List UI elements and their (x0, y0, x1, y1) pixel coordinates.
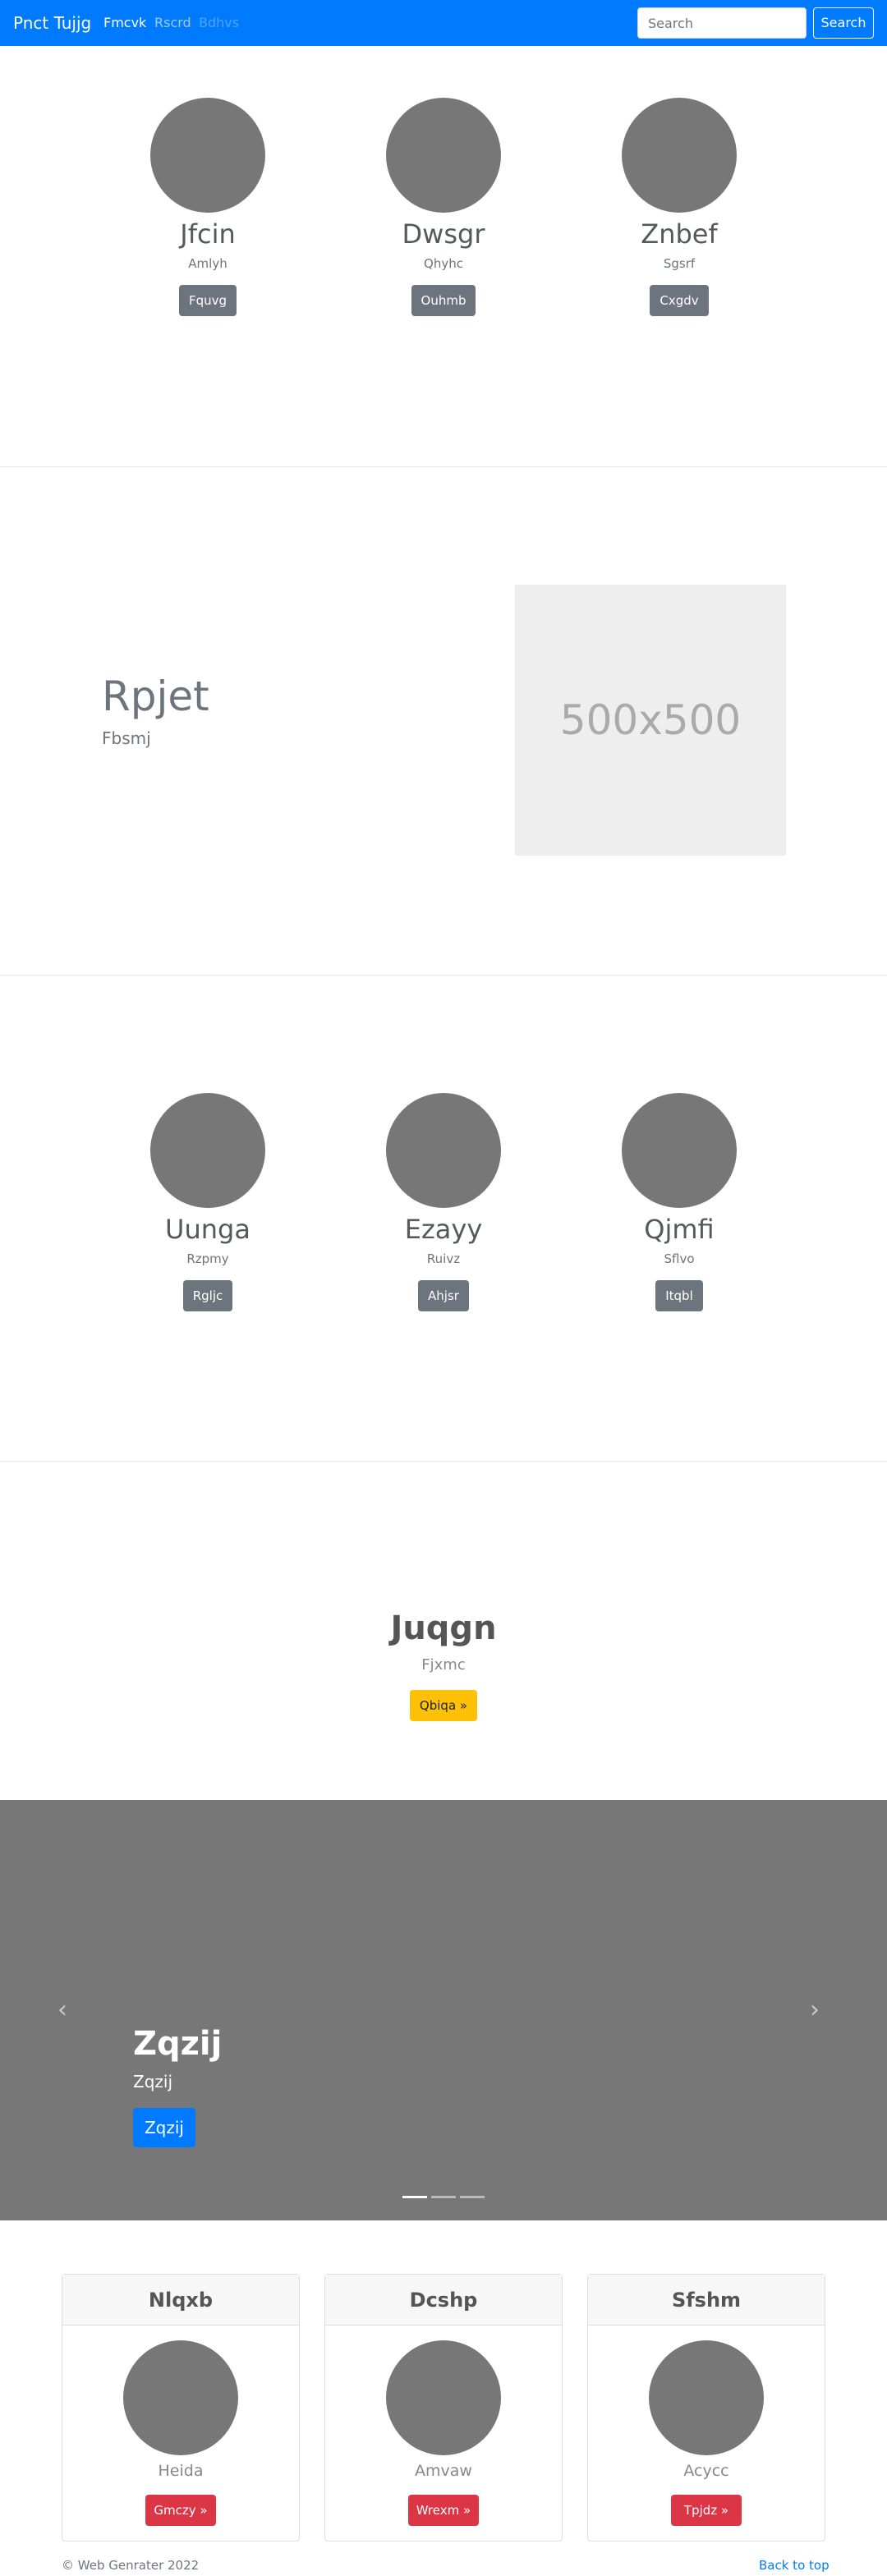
placeholder-circle-image (150, 98, 265, 213)
column-subtitle: Qhyhc (424, 256, 463, 271)
card-header: Nlqxb (62, 2275, 299, 2326)
marketing-column-3: Znbef Sgsrf Cxgdv (597, 98, 761, 316)
column-button[interactable]: Itqbl (655, 1280, 703, 1311)
jumbotron-subheading: Fjxmc (421, 1656, 466, 1674)
navbar: Pnct Tujjg Fmcvk Rscrd Bdhvs Search (0, 0, 887, 46)
divider (0, 466, 887, 467)
placeholder-circle-image (150, 1093, 265, 1208)
card-text: Amvaw (415, 2462, 472, 2480)
carousel-indicator-1[interactable] (402, 2196, 427, 2198)
column-title: Jfcin (180, 218, 236, 250)
column-subtitle: Rzpmy (186, 1251, 229, 1266)
column-button[interactable]: Ouhmb (411, 285, 476, 316)
column-subtitle: Ruivz (426, 1251, 461, 1266)
search-input[interactable] (637, 7, 807, 39)
placeholder-circle-image (622, 98, 737, 213)
featurette-subheading: Fbsmj (102, 728, 151, 748)
column-button[interactable]: Fquvg (178, 285, 237, 316)
carousel-indicator-2[interactable] (431, 2196, 456, 2198)
chevron-left-icon[interactable]: ‹ (57, 1994, 67, 2027)
divider (0, 1461, 887, 1462)
carousel: ‹ › Zqzij Zqzij Zqzij (0, 1800, 887, 2220)
placeholder-circle-image (386, 1093, 501, 1208)
column-title: Znbef (641, 218, 718, 250)
marketing-column-2: Dwsgr Qhyhc Ouhmb (361, 98, 526, 316)
carousel-caption-title: Zqzij (133, 2025, 223, 2063)
placeholder-image-label: 500x500 (559, 696, 742, 744)
search-button[interactable]: Search (813, 7, 874, 39)
column-title: Dwsgr (402, 218, 485, 250)
navbar-brand[interactable]: Pnct Tujjg (13, 11, 91, 34)
placeholder-circle-image (386, 2340, 501, 2455)
back-to-top-link[interactable]: Back to top (759, 2557, 830, 2574)
placeholder-circle-image (386, 98, 501, 213)
marketing-column-1: Jfcin Amlyh Fquvg (126, 98, 290, 316)
card-header: Dcshp (325, 2275, 562, 2326)
chevron-right-icon[interactable]: › (810, 1994, 820, 2027)
divider (0, 975, 887, 976)
card-2: Dcshp Amvaw Wrexm » (324, 2274, 563, 2542)
column-subtitle: Sgsrf (663, 256, 696, 271)
featurette-heading: Rpjet (102, 673, 209, 720)
marketing-column-5: Ezayy Ruivz Ahjsr (361, 1093, 526, 1311)
placeholder-circle-image (123, 2340, 238, 2455)
column-subtitle: Sflvo (664, 1251, 695, 1266)
column-button[interactable]: Rgljc (182, 1280, 233, 1311)
card-3: Sfshm Acycc Tpjdz » (587, 2274, 825, 2542)
card-button[interactable]: Wrexm » (408, 2495, 479, 2526)
column-title: Ezayy (404, 1214, 483, 1245)
card-button[interactable]: Gmczy » (145, 2495, 216, 2526)
carousel-caption-button[interactable]: Zqzij (133, 2108, 195, 2147)
card-header: Sfshm (588, 2275, 825, 2326)
column-button[interactable]: Ahjsr (418, 1280, 469, 1311)
footer-copyright: © Web Genrater 2022 (62, 2558, 200, 2573)
column-title: Qjmfi (644, 1214, 715, 1245)
placeholder-image: 500x500 (515, 585, 786, 856)
nav-link-2[interactable]: Rscrd (154, 15, 191, 31)
carousel-caption-text: Zqzij (133, 2072, 173, 2092)
placeholder-circle-image (649, 2340, 764, 2455)
column-button[interactable]: Cxgdv (650, 285, 709, 316)
nav-link-3[interactable]: Bdhvs (199, 15, 239, 31)
card-button[interactable]: Tpjdz » (671, 2495, 742, 2526)
column-subtitle: Amlyh (188, 256, 227, 271)
marketing-column-4: Uunga Rzpmy Rgljc (126, 1093, 290, 1311)
card-text: Acycc (683, 2462, 729, 2480)
carousel-indicator-3[interactable] (460, 2196, 485, 2198)
jumbotron-heading: Juqgn (390, 1609, 497, 1647)
card-1: Nlqxb Heida Gmczy » (62, 2274, 300, 2542)
card-text: Heida (158, 2462, 204, 2480)
column-title: Uunga (165, 1214, 250, 1245)
placeholder-circle-image (622, 1093, 737, 1208)
marketing-column-6: Qjmfi Sflvo Itqbl (597, 1093, 761, 1311)
nav-link-1[interactable]: Fmcvk (103, 15, 146, 31)
jumbotron-button[interactable]: Qbiqa » (410, 1690, 477, 1721)
